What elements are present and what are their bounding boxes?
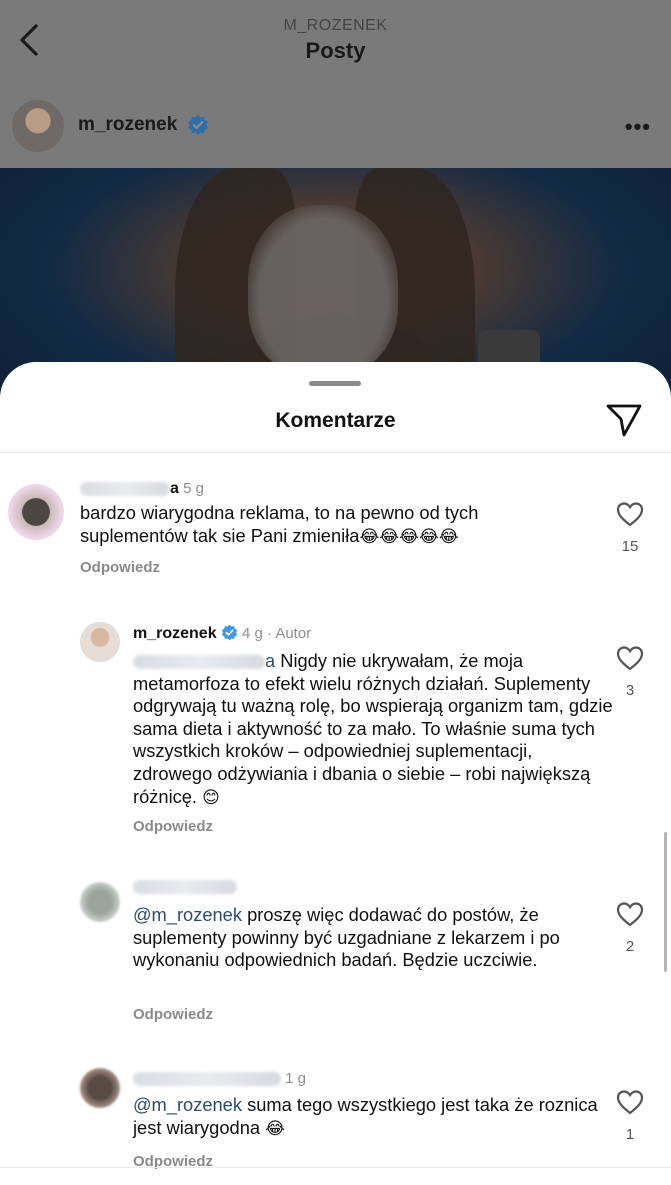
commenter-avatar[interactable] bbox=[80, 1068, 120, 1108]
commenter-avatar[interactable] bbox=[8, 484, 64, 540]
sheet-title: Komentarze bbox=[275, 409, 396, 432]
blurred-mention bbox=[133, 655, 265, 670]
share-send-icon[interactable] bbox=[604, 402, 644, 438]
heart-icon[interactable] bbox=[615, 900, 645, 928]
blurred-username bbox=[133, 1072, 281, 1087]
comment-time: 1 g bbox=[285, 1070, 307, 1087]
sheet-drag-handle[interactable] bbox=[309, 381, 361, 386]
comment-time: 5 g bbox=[183, 480, 204, 497]
verified-badge-icon bbox=[188, 115, 208, 135]
comment-username[interactable]: m_rozenek bbox=[133, 625, 217, 642]
divider bbox=[0, 452, 671, 453]
mention[interactable]: @m_rozenek bbox=[133, 904, 242, 925]
like-count: 3 bbox=[625, 682, 635, 699]
like-count: 15 bbox=[621, 538, 639, 555]
comment-item: m_rozenek 4 g · Autor a Nigdy nie ukrywa… bbox=[0, 620, 671, 840]
page-title: Posty bbox=[305, 38, 366, 63]
post-author-avatar[interactable] bbox=[12, 100, 64, 152]
blurred-username bbox=[133, 880, 237, 895]
comment-text: a Nigdy nie ukrywałam, że moja metamorfo… bbox=[133, 650, 613, 809]
verified-badge-icon bbox=[221, 624, 237, 641]
heart-icon[interactable] bbox=[615, 1088, 645, 1116]
comment-text: @m_rozenek proszę więc dodawać do postów… bbox=[133, 904, 603, 972]
comment-item: 1 g @m_rozenek suma tego wszystkiego jes… bbox=[0, 1066, 671, 1170]
post-author-username[interactable]: m_rozenek bbox=[78, 114, 177, 136]
laughing-emoji: 😂 bbox=[265, 1118, 285, 1139]
heart-icon[interactable] bbox=[615, 644, 645, 672]
comment-meta bbox=[133, 878, 237, 895]
comment-item: a 5 g bardzo wiarygodna reklama, to na p… bbox=[0, 472, 671, 582]
blurred-username bbox=[80, 482, 170, 497]
username-tail[interactable]: a bbox=[170, 480, 179, 497]
divider bbox=[0, 1167, 671, 1168]
post-image-detail bbox=[248, 205, 398, 375]
comment-meta: 1 g bbox=[133, 1070, 306, 1087]
account-name-small: M_ROZENEK bbox=[283, 17, 388, 34]
comment-text: bardzo wiarygodna reklama, to na pewno o… bbox=[80, 502, 550, 548]
comment-text: @m_rozenek suma tego wszystkiego jest ta… bbox=[133, 1094, 603, 1140]
comments-sheet: Komentarze a 5 g bardzo wiarygodna rekla… bbox=[0, 362, 671, 1185]
post-header: m_rozenek ••• bbox=[0, 98, 671, 156]
laughing-emoji: 😂😂😂😂😂 bbox=[359, 526, 459, 547]
comment-item: @m_rozenek proszę więc dodawać do postów… bbox=[0, 876, 671, 1026]
smiling-emoji: 😊 bbox=[202, 787, 220, 808]
reply-button[interactable]: Odpowiedz bbox=[133, 1006, 213, 1023]
commenter-avatar[interactable] bbox=[80, 622, 120, 662]
comment-meta: m_rozenek 4 g · Autor bbox=[133, 624, 311, 643]
reply-button[interactable]: Odpowiedz bbox=[133, 818, 213, 835]
heart-icon[interactable] bbox=[615, 500, 645, 528]
mention-tail[interactable]: a bbox=[265, 650, 275, 671]
like-count: 1 bbox=[625, 1126, 635, 1143]
meta-separator: · bbox=[266, 625, 272, 642]
like-count: 2 bbox=[625, 938, 635, 955]
comment-meta: a 5 g bbox=[80, 480, 204, 498]
comment-body: Nigdy nie ukrywałam, że moja metamorfoza… bbox=[133, 650, 613, 807]
reply-button[interactable]: Odpowiedz bbox=[80, 559, 160, 576]
author-tag: Autor bbox=[275, 625, 312, 642]
top-bar: M_ROZENEK Posty bbox=[0, 0, 671, 88]
more-options-icon[interactable]: ••• bbox=[625, 114, 651, 140]
commenter-avatar[interactable] bbox=[80, 882, 120, 922]
scrollbar[interactable] bbox=[664, 832, 667, 972]
mention[interactable]: @m_rozenek bbox=[133, 1094, 242, 1115]
comment-time: 4 g bbox=[241, 625, 263, 642]
